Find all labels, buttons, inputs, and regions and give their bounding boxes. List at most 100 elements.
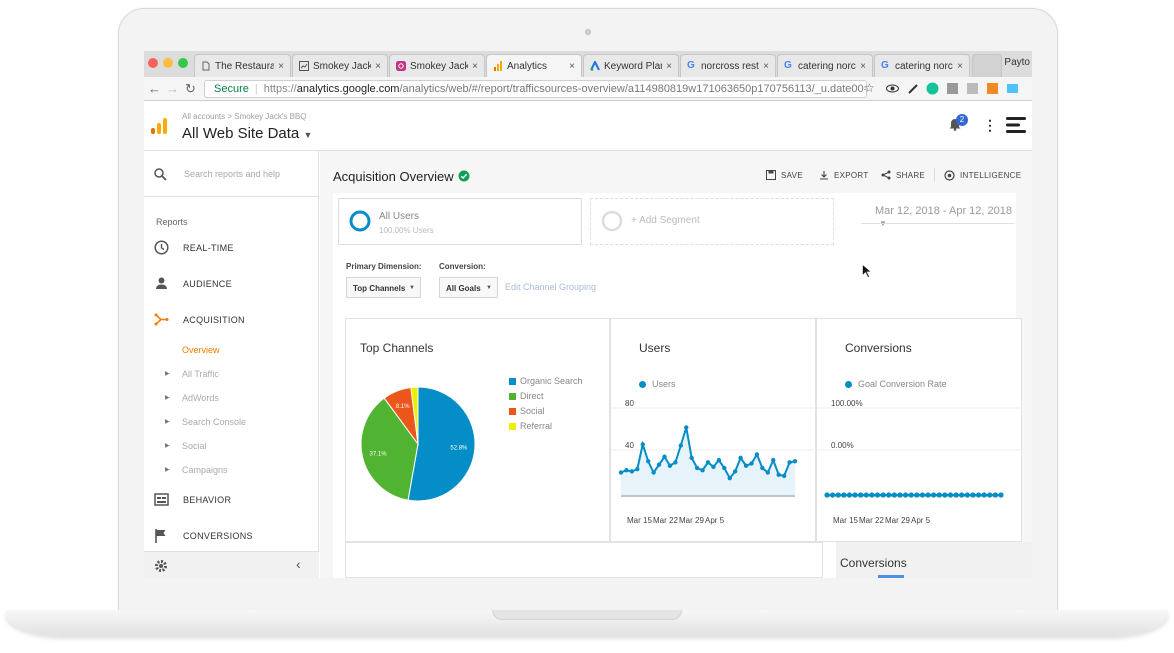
extension-icon[interactable] (1006, 82, 1019, 95)
notification-badge: 2 (956, 114, 968, 126)
share-button[interactable]: SHARE (881, 170, 925, 180)
caret-right-icon: ▶ (165, 395, 170, 401)
y-tick-label: 100.00% (831, 399, 863, 408)
collapse-sidebar-icon[interactable]: ‹ (296, 556, 301, 572)
more-menu-icon[interactable]: ⋮ (983, 117, 997, 134)
close-window-button[interactable] (148, 58, 158, 68)
data-point (874, 492, 881, 498)
new-tab-button[interactable] (972, 54, 1002, 77)
close-tab-icon[interactable]: × (278, 61, 284, 72)
close-tab-icon[interactable]: × (763, 61, 769, 72)
analytics-logo-icon (151, 118, 167, 134)
sidebar-subitem-campaigns[interactable]: ▶ Campaigns (144, 460, 319, 480)
close-tab-icon[interactable]: × (472, 61, 478, 72)
forward-icon[interactable]: → (166, 81, 179, 96)
sidebar-subitem-adwords[interactable]: ▶ AdWords (144, 388, 319, 408)
segment-all-users[interactable]: All Users 100.00% Users (338, 198, 582, 245)
google-icon: G (881, 60, 889, 71)
intelligence-button[interactable]: INTELLIGENCE (944, 170, 1021, 181)
data-point (964, 492, 970, 498)
close-tab-icon[interactable]: × (957, 61, 963, 72)
caret-right-icon: ▶ (165, 467, 170, 473)
data-point (787, 460, 792, 465)
share-label: SHARE (896, 170, 926, 180)
legend-swatch (509, 377, 516, 385)
legend-label: Direct (520, 391, 544, 401)
pie-slice-label: 52.8% (450, 446, 468, 452)
reload-icon[interactable]: ↻ (185, 81, 196, 97)
browser-tab[interactable]: Smokey Jack's × (292, 54, 388, 77)
eye-extension-icon[interactable] (886, 82, 899, 95)
extension-icon[interactable] (966, 82, 979, 95)
chart-title: Users (639, 341, 671, 355)
browser-tab[interactable]: G catering norcr × (777, 54, 873, 77)
grammarly-icon[interactable] (926, 82, 939, 95)
segment-ring-icon (349, 210, 371, 232)
search-bar[interactable]: Search reports and help (144, 151, 319, 197)
close-tab-icon[interactable]: × (666, 61, 672, 72)
bookmark-star-icon[interactable]: ☆ (864, 81, 875, 95)
browser-tab[interactable]: G catering norcr × (874, 54, 970, 77)
primary-dimension-label: Primary Dimension: (346, 262, 422, 271)
property-selector[interactable]: All Web Site Data ▼ (182, 125, 312, 142)
url-host: analytics.google.com (296, 83, 400, 95)
legend-label: Referral (520, 421, 553, 431)
back-icon[interactable]: ← (148, 81, 161, 96)
browser-tab[interactable]: Smokey Jack's × (389, 54, 485, 77)
sidebar-subitem-all-traffic[interactable]: ▶ All Traffic (144, 364, 319, 384)
breadcrumb[interactable]: All accounts > Smokey Jack's BBQ (182, 112, 306, 121)
conversions-bottom-indicator (878, 575, 904, 578)
browser-tab[interactable]: Keyword Plann × (583, 54, 679, 77)
conversions-line-chart: 100.00% 0.00% Mar 15 Mar 22 Mar 29 Apr 5 (817, 399, 1023, 525)
profile-name[interactable]: Payto (1004, 57, 1030, 68)
minimize-window-button[interactable] (163, 58, 173, 68)
edit-channel-grouping-link[interactable]: Edit Channel Grouping (505, 282, 596, 292)
tab-label: catering norcr (895, 60, 954, 72)
pie-chart: 52.8% 37.1% 8.1% (360, 386, 476, 502)
extension-icon[interactable] (946, 82, 959, 95)
sidebar-item-label: BEHAVIOR (183, 495, 232, 505)
data-point (953, 492, 959, 498)
close-tab-icon[interactable]: × (860, 61, 866, 72)
maximize-window-button[interactable] (178, 58, 188, 68)
sidebar-subitem-search-console[interactable]: ▶ Search Console (144, 412, 319, 432)
date-range-selector[interactable]: Mar 12, 2018 - Apr 12, 2018 ▼ (875, 205, 1016, 229)
browser-tab[interactable]: The Restaurant × (194, 54, 291, 77)
conversion-label: Conversion: (439, 262, 486, 271)
export-button[interactable]: EXPORT (819, 170, 869, 180)
data-point (689, 455, 694, 461)
browser-window: The Restaurant × Smokey Jack's × Smokey … (144, 51, 1032, 578)
honey-extension-icon[interactable] (986, 82, 999, 95)
sidebar-subitem-overview[interactable]: Overview (144, 340, 319, 360)
data-point (651, 470, 656, 475)
sidebar-item-conversions[interactable]: CONVERSIONS (144, 521, 319, 551)
close-tab-icon[interactable]: × (375, 61, 381, 72)
primary-dimension-dropdown[interactable]: Top Channels ▼ (346, 277, 421, 298)
sidebar-item-realtime[interactable]: REAL-TIME (144, 233, 319, 263)
url-input[interactable]: Secure | https:// analytics.google.com /… (204, 80, 867, 98)
person-icon (156, 277, 167, 289)
add-segment-button[interactable]: + Add Segment (590, 198, 834, 245)
save-button[interactable]: SAVE (766, 170, 803, 180)
y-tick-label: 40 (625, 441, 634, 450)
camera (585, 29, 591, 35)
legend-swatch (509, 422, 516, 430)
search-input[interactable]: Search reports and help (184, 169, 280, 179)
close-tab-icon[interactable]: × (569, 61, 575, 72)
sidebar-subitem-social[interactable]: ▶ Social (144, 436, 319, 456)
conversion-dropdown[interactable]: All Goals ▼ (439, 277, 498, 298)
pen-extension-icon[interactable] (907, 82, 920, 95)
bottom-table-card (345, 542, 823, 578)
sidebar-item-behavior[interactable]: BEHAVIOR (144, 485, 319, 515)
legend-item: Direct (509, 391, 544, 401)
data-point (781, 473, 787, 479)
property-name: All Web Site Data (182, 125, 300, 142)
sidebar-item-audience[interactable]: AUDIENCE (144, 269, 319, 299)
browser-tab-active[interactable]: Analytics × (486, 54, 582, 77)
data-point (711, 464, 716, 470)
browser-tab[interactable]: G norcross resta × (680, 54, 776, 77)
apps-menu-icon[interactable] (1006, 117, 1026, 133)
sidebar-item-acquisition[interactable]: ACQUISITION (144, 305, 319, 335)
data-point (852, 492, 858, 498)
gear-icon[interactable] (154, 559, 168, 573)
